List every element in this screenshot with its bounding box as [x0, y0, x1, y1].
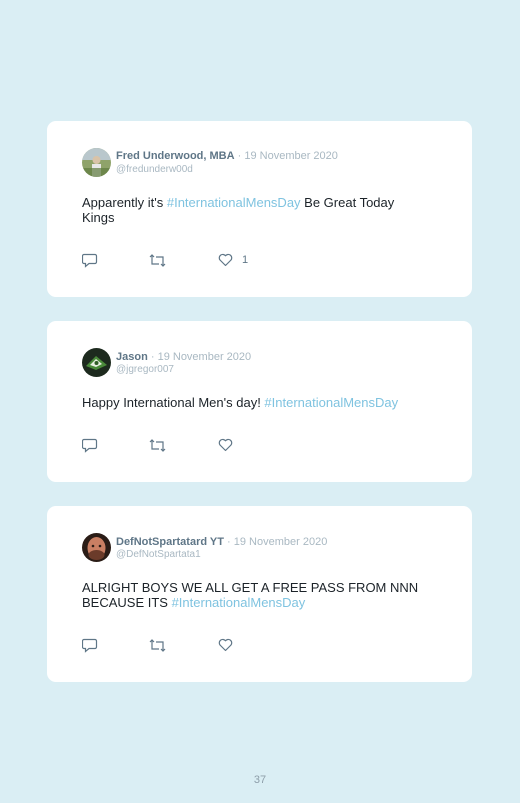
- retweet-icon: [149, 639, 166, 652]
- author-handle[interactable]: @jgregor007: [116, 364, 174, 375]
- reply-button[interactable]: [82, 638, 98, 653]
- tweet-date: · 19 November 2020: [227, 536, 328, 548]
- avatar-photo-icon: [82, 148, 111, 177]
- tweet-actions: [82, 438, 282, 454]
- avatar[interactable]: [82, 148, 111, 177]
- author-handle[interactable]: @fredunderw00d: [116, 164, 193, 175]
- like-button[interactable]: [218, 638, 242, 652]
- like-button[interactable]: [218, 438, 242, 452]
- reply-icon: [82, 253, 98, 268]
- tweet-actions: [82, 638, 282, 654]
- tweet-card: Fred Underwood, MBA · 19 November 2020 @…: [47, 121, 472, 297]
- reply-icon: [82, 438, 98, 453]
- like-count: 1: [242, 254, 249, 266]
- retweet-icon: [149, 439, 166, 452]
- author-handle[interactable]: @DefNotSpartata1: [116, 549, 201, 560]
- tweet-text: Apparently it's #InternationalMensDay Be…: [82, 195, 395, 225]
- hashtag-link[interactable]: #InternationalMensDay: [167, 195, 301, 210]
- tweet-card: Jason · 19 November 2020 @jgregor007 Hap…: [47, 321, 472, 482]
- page-number: 37: [253, 774, 267, 786]
- author-name[interactable]: Fred Underwood, MBA: [116, 150, 235, 162]
- author-name[interactable]: Jason: [116, 351, 148, 363]
- tweet-actions: 1: [82, 253, 282, 269]
- reply-icon: [82, 638, 98, 653]
- tweet-date: · 19 November 2020: [237, 150, 338, 162]
- like-button[interactable]: 1: [218, 253, 248, 267]
- hashtag-link[interactable]: #InternationalMensDay: [264, 395, 398, 410]
- tweet-text: Happy International Men's day! #Internat…: [82, 395, 399, 410]
- avatar[interactable]: [82, 348, 111, 377]
- retweet-icon: [149, 254, 166, 267]
- reply-button[interactable]: [82, 253, 98, 268]
- retweet-button[interactable]: [149, 438, 166, 453]
- heart-icon: [218, 438, 233, 452]
- tweet-date: · 19 November 2020: [150, 351, 252, 363]
- avatar-photo-icon: [82, 348, 111, 377]
- tweet-card: DefNotSpartatard YT · 19 November 2020 @…: [47, 506, 472, 682]
- avatar[interactable]: [82, 533, 111, 562]
- tweet-text: ALRIGHT BOYS WE ALL GET A FREE PASS FROM…: [82, 580, 419, 610]
- avatar-photo-icon: [82, 533, 111, 562]
- heart-icon: [218, 638, 233, 652]
- hashtag-link[interactable]: #InternationalMensDay: [172, 595, 306, 610]
- author-name[interactable]: DefNotSpartatard YT: [116, 536, 224, 548]
- retweet-button[interactable]: [149, 253, 166, 268]
- heart-icon: [218, 253, 233, 267]
- retweet-button[interactable]: [149, 638, 166, 653]
- reply-button[interactable]: [82, 438, 98, 453]
